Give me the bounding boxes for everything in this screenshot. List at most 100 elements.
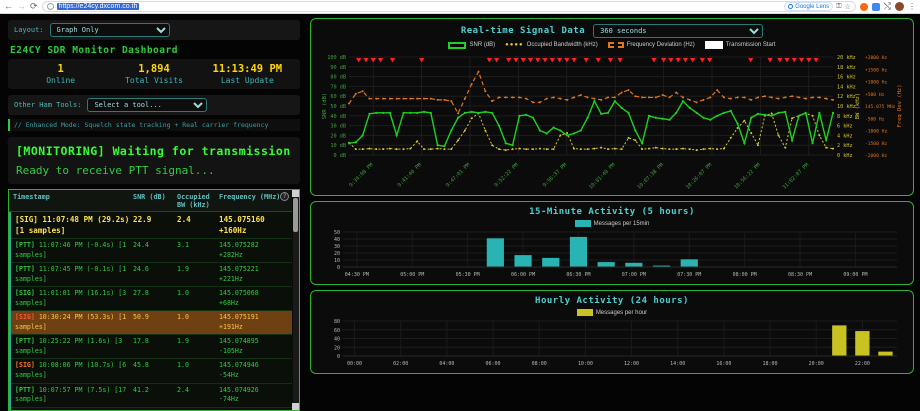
scroll-up-button[interactable] [292,190,299,197]
monitoring-panel: [MONITORING] Waiting for transmission Re… [8,137,300,184]
svg-text:14:00: 14:00 [670,361,685,367]
tools-bar: Other Ham Tools: Select a tool... [8,95,300,115]
svg-text:+1000 Hz: +1000 Hz [865,80,887,86]
svg-text:SNR (dB): SNR (dB) [322,93,328,120]
browser-toolbar: ← → ⟳ ⋮ https://e24cy.dxcom.co.th Google… [0,0,920,14]
svg-text:08:00 PM: 08:00 PM [733,272,757,278]
svg-text:0: 0 [337,265,340,271]
svg-text:2 kHz: 2 kHz [837,143,853,149]
svg-text:+500 Hz: +500 Hz [865,92,885,98]
svg-text:8 kHz: 8 kHz [837,114,853,120]
page-title: E24CY SDR Monitor Dashboard [10,45,298,56]
svg-text:18:00: 18:00 [763,361,778,367]
tools-select[interactable]: Select a tool... [87,98,207,112]
svg-text:-1000 Hz: -1000 Hz [865,129,887,135]
signal-chart-panel: Real-time Signal Data 360 seconds SNR (d… [310,18,914,196]
svg-text:08:30 PM: 08:30 PM [788,272,812,278]
snr-legend-swatch [448,42,466,49]
extension-orange-icon[interactable] [860,3,868,11]
barhr-legend-swatch [577,309,593,316]
forward-icon[interactable]: → [17,2,26,11]
table-row[interactable]: [PTT] 10:07:57 PM (7.5s) [17 samples]41.… [11,384,299,408]
back-icon[interactable]: ← [4,2,13,11]
table-row[interactable]: [SIG] 11:07:48 PM (29.2s) [1 samples]22.… [11,212,299,239]
svg-text:02:00: 02:00 [393,361,408,367]
svg-text:07:30 PM: 07:30 PM [677,272,701,278]
svg-text:30 dB: 30 dB [330,124,346,130]
svg-text:+1500 Hz: +1500 Hz [865,67,887,73]
monitoring-status: [MONITORING] Waiting for transmission [16,144,292,158]
layout-select[interactable]: Graph Only [50,23,170,37]
svg-text:0: 0 [337,354,340,360]
svg-text:10:07:38 PM: 10:07:38 PM [636,162,665,191]
activity-hourly-panel: Hourly Activity (24 hours) Messages per … [310,290,914,374]
stat-total-visits: 1,894 Total Visits [107,63,200,85]
monitoring-substatus: Ready to receive PTT signal... [16,164,292,177]
table-row[interactable]: [PTT] 11:07:45 PM (-0.1s) [1 samples]24.… [11,263,299,287]
signal-chart-svg: 0 dB10 dB20 dB30 dB40 dB50 dB60 dB70 dB8… [319,51,905,195]
table-row[interactable]: [SIG] 10:08:06 PM (10.7s) [6 samples]45.… [11,359,299,383]
svg-text:10: 10 [334,258,340,264]
bar15-legend-swatch [575,220,591,227]
svg-text:10 kHz: 10 kHz [837,104,856,110]
scroll-down-button[interactable] [292,403,299,410]
svg-text:22:00: 22:00 [855,361,870,367]
refresh-icon[interactable]: ⟳ [30,2,38,11]
stats-panel: 1 Online 1,894 Total Visits 11:13:49 PM … [8,59,300,89]
lens-label: Google Lens [795,4,829,10]
svg-text:11:02:07 PM: 11:02:07 PM [782,162,811,191]
activity-15min-svg: 0102030405004:30 PM05:00 PM05:30 PM06:00… [319,229,905,281]
svg-text:30: 30 [334,244,340,250]
google-lens-button[interactable]: Google Lens [784,2,833,11]
svg-text:0 kHz: 0 kHz [837,153,853,159]
layout-label: Layout: [14,26,44,34]
site-settings-icon[interactable]: ⋮ [47,3,54,10]
svg-text:16:00: 16:00 [716,361,731,367]
svg-text:10 dB: 10 dB [330,143,346,149]
url-text[interactable]: https://e24cy.dxcom.co.th [57,3,140,10]
address-bar[interactable]: ⋮ https://e24cy.dxcom.co.th Google Lens … [42,1,856,12]
dev-legend-swatch [608,42,624,48]
svg-text:10:26:07 PM: 10:26:07 PM [685,162,714,191]
extension-blue-icon[interactable] [872,3,880,11]
svg-text:05:30 PM: 05:30 PM [456,272,480,278]
activity-15min-legend: Messages per 15min [319,219,905,229]
table-row[interactable]: [PTT] 10:25:22 PM (1.6s) [3 samples]17.8… [11,335,299,359]
svg-text:50: 50 [334,230,340,236]
svg-text:20: 20 [334,251,340,257]
stat-online: 1 Online [14,63,107,85]
table-row[interactable]: [SIG] 11:01:01 PM (16.1s) [3 samples]27.… [11,287,299,311]
svg-text:08:00: 08:00 [532,361,547,367]
activity-15min-title: 15-Minute Activity (5 hours) [529,207,695,217]
svg-text:10:01:40 PM: 10:01:40 PM [588,162,617,191]
svg-text:+2000 Hz: +2000 Hz [865,55,887,61]
scrollbar-thumb[interactable] [293,198,298,232]
tools-label: Other Ham Tools: [14,101,81,109]
svg-text:9:52:22 PM: 9:52:22 PM [493,162,519,188]
svg-text:10:56:22 PM: 10:56:22 PM [733,162,762,191]
activity-hourly-legend: Messages per hour [319,308,905,318]
svg-text:70 dB: 70 dB [330,84,346,90]
svg-text:9:47:01 PM: 9:47:01 PM [445,162,471,188]
table-row[interactable]: [PTT] 10:07:53 PM (2.7s) [3 samples]41.5… [11,408,299,410]
time-window-select[interactable]: 360 seconds [593,24,763,38]
svg-text:40 dB: 40 dB [330,114,346,120]
svg-text:145.075 MHz: 145.075 MHz [865,104,896,110]
bookmark-star-icon[interactable]: ☆ [845,3,851,11]
svg-text:20 dB: 20 dB [330,133,346,139]
help-icon[interactable]: ? [280,192,289,201]
svg-text:04:30 PM: 04:30 PM [345,272,369,278]
svg-text:80: 80 [334,319,340,325]
svg-text:16 kHz: 16 kHz [837,75,856,81]
svg-text:-1500 Hz: -1500 Hz [865,141,887,147]
password-key-icon[interactable]: ⚿ [836,3,841,11]
extensions-puzzle-icon[interactable]: ⤭ [884,2,891,11]
browser-menu-icon[interactable]: ⋮ [908,2,916,11]
table-scrollbar[interactable] [292,190,299,410]
activity-hourly-svg: 02040608000:0002:0004:0006:0008:0010:001… [319,318,905,370]
table-row[interactable]: [SIG] 10:30:24 PM (53.3s) [1 samples]50.… [11,311,299,335]
svg-text:12 kHz: 12 kHz [837,94,856,100]
table-row[interactable]: [PTT] 11:07:46 PM (-0.4s) [1 samples]24.… [11,239,299,263]
profile-avatar[interactable] [895,2,904,11]
svg-text:04:00: 04:00 [439,361,454,367]
